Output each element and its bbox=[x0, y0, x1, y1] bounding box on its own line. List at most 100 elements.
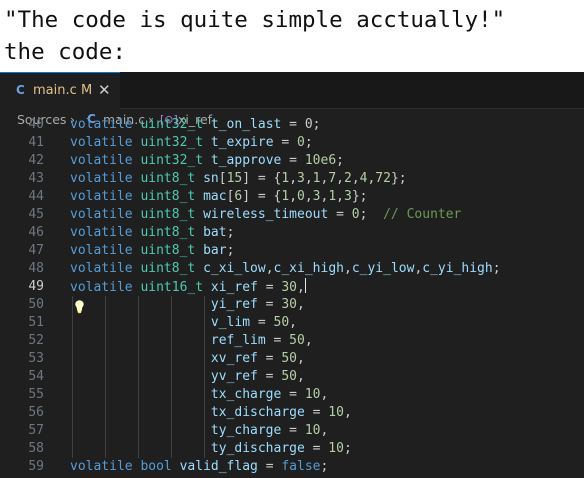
code-token: uint32_t bbox=[140, 135, 211, 150]
code-token: yv_ref bbox=[210, 369, 258, 384]
code-line[interactable]: 45 volatile uint8_t wireless_timeout = 0;… bbox=[0, 206, 584, 224]
code-token: = bbox=[281, 423, 305, 438]
code-token: , bbox=[320, 387, 329, 402]
tab-bar: C main.c M ✕ bbox=[0, 72, 584, 109]
code-token: = bbox=[265, 333, 290, 348]
code-line[interactable]: 52 ref_lim = 50, bbox=[0, 332, 584, 350]
code-token: wireless_timeout bbox=[203, 207, 329, 222]
code-text: ty_charge = 10, bbox=[70, 422, 328, 440]
code-token: 10e6 bbox=[304, 153, 337, 168]
code-line[interactable]: 48 volatile uint8_t c_xi_low,c_xi_high,c_… bbox=[0, 260, 584, 278]
code-token: 50 bbox=[281, 351, 297, 366]
code-token: ; bbox=[312, 117, 321, 132]
line-number: 40 bbox=[28, 117, 44, 132]
code-line[interactable]: 55 tx_charge = 10, bbox=[0, 386, 584, 404]
code-line[interactable]: 53 xv_ref = 50, bbox=[0, 350, 584, 368]
code-line[interactable]: 40 volatile uint32_t t_on_last = 0; bbox=[0, 116, 584, 134]
code-text: xv_ref = 50, bbox=[70, 350, 305, 368]
code-token: 1 bbox=[281, 171, 290, 186]
code-token: = bbox=[257, 280, 282, 295]
code-token: c_yi_low bbox=[351, 261, 415, 276]
code-token: t_approve bbox=[210, 153, 282, 168]
code-token: 7 bbox=[328, 171, 337, 186]
code-token: , bbox=[297, 351, 305, 366]
code-token: uint8_t bbox=[140, 171, 204, 186]
code-line[interactable]: 50 💡 yi_ref = 30, bbox=[0, 296, 584, 314]
code-line[interactable]: 59 volatile bool valid_flag = false; bbox=[0, 458, 584, 476]
code-token: = bbox=[281, 387, 305, 402]
close-icon[interactable]: ✕ bbox=[98, 81, 111, 99]
code-line[interactable]: 58 ty_discharge = 10; bbox=[0, 440, 584, 458]
code-line[interactable]: 43 volatile uint8_t sn[15] = {1,3,1,7,2,4… bbox=[0, 170, 584, 188]
code-token: 2 bbox=[343, 171, 352, 186]
code-line[interactable]: 47 volatile uint8_t bar; bbox=[0, 242, 584, 260]
code-token: 1 bbox=[312, 171, 321, 186]
code-token: 0 bbox=[304, 117, 313, 132]
code-token: uint16_t bbox=[140, 280, 211, 295]
tab-main-c[interactable]: C main.c M ✕ bbox=[0, 72, 120, 109]
code-token: 50 bbox=[273, 315, 290, 330]
code-token: , bbox=[265, 261, 274, 276]
code-token: volatile bbox=[70, 243, 141, 258]
code-token: 10 bbox=[304, 423, 321, 438]
code-line[interactable]: 46 volatile uint8_t bat; bbox=[0, 224, 584, 242]
code-token: , bbox=[289, 189, 298, 204]
code-token: ty_discharge bbox=[210, 441, 305, 456]
code-token: xv_ref bbox=[210, 351, 258, 366]
code-token: uint32_t bbox=[140, 153, 211, 168]
code-token: mac bbox=[203, 189, 227, 204]
code-token: ; bbox=[343, 441, 352, 456]
code-token: volatile bbox=[70, 207, 141, 222]
code-line[interactable]: 42 volatile uint32_t t_approve = 10e6; bbox=[0, 152, 584, 170]
line-number: 46 bbox=[28, 225, 44, 240]
line-number: 54 bbox=[28, 369, 44, 384]
code-token: 0 bbox=[297, 189, 305, 204]
code-text: volatile uint8_t wireless_timeout = 0; /… bbox=[70, 206, 461, 224]
line-number: 45 bbox=[28, 207, 44, 222]
code-token: = bbox=[304, 441, 329, 456]
code-token: = bbox=[257, 369, 282, 384]
code-line[interactable]: 49 volatile uint16_t xi_ref = 30, bbox=[0, 278, 584, 296]
code-text: ty_discharge = 10; bbox=[70, 440, 352, 458]
code-line[interactable]: 54 yv_ref = 50, bbox=[0, 368, 584, 386]
code-token: uint8_t bbox=[140, 189, 204, 204]
code-text: v_lim = 50, bbox=[70, 314, 297, 332]
code-text: volatile uint32_t t_approve = 10e6; bbox=[70, 152, 344, 170]
code-line[interactable]: 41 volatile uint32_t t_expire = 0; bbox=[0, 134, 584, 152]
code-token: ; bbox=[336, 153, 344, 168]
code-token: sn bbox=[203, 171, 219, 186]
code-line[interactable]: 44 volatile uint8_t mac[6] = {1,0,3,1,3}; bbox=[0, 188, 584, 206]
code-token: 0 bbox=[351, 207, 360, 222]
code-token: xi_ref bbox=[210, 280, 258, 295]
code-text: volatile uint32_t t_expire = 0; bbox=[70, 134, 313, 152]
code-text: volatile uint8_t mac[6] = {1,0,3,1,3}; bbox=[70, 188, 367, 206]
code-editor[interactable]: C main.c M ✕ Sources › C main.c › [⊙] xi… bbox=[0, 72, 584, 478]
code-token: tx_charge bbox=[210, 387, 282, 402]
line-number: 55 bbox=[28, 387, 44, 402]
code-token: v_lim bbox=[210, 315, 251, 330]
line-number: 59 bbox=[28, 459, 44, 474]
code-token: ] = { bbox=[242, 171, 282, 186]
code-line[interactable]: 56 tx_discharge = 10, bbox=[0, 404, 584, 422]
line-number: 57 bbox=[28, 423, 44, 438]
code-token: = bbox=[257, 459, 282, 474]
code-token: , bbox=[297, 369, 305, 384]
code-token: 30 bbox=[281, 280, 298, 295]
code-token: ty_charge bbox=[210, 423, 282, 438]
tab-filename: main.c bbox=[33, 83, 77, 98]
code-token: 3 bbox=[343, 189, 352, 204]
code-line[interactable]: 57 ty_charge = 10, bbox=[0, 422, 584, 440]
modified-indicator: M bbox=[81, 83, 93, 98]
caption: "The code is quite simple acctually!" th… bbox=[0, 0, 584, 72]
code-area[interactable]: 40 volatile uint32_t t_on_last = 0; 41 vola… bbox=[0, 117, 584, 478]
code-line[interactable]: 51 v_lim = 50, bbox=[0, 314, 584, 332]
code-token: , bbox=[304, 171, 313, 186]
code-token: , bbox=[320, 423, 329, 438]
code-token: ; bbox=[226, 225, 235, 240]
code-token: 3 bbox=[312, 189, 321, 204]
line-number: 43 bbox=[28, 171, 44, 186]
